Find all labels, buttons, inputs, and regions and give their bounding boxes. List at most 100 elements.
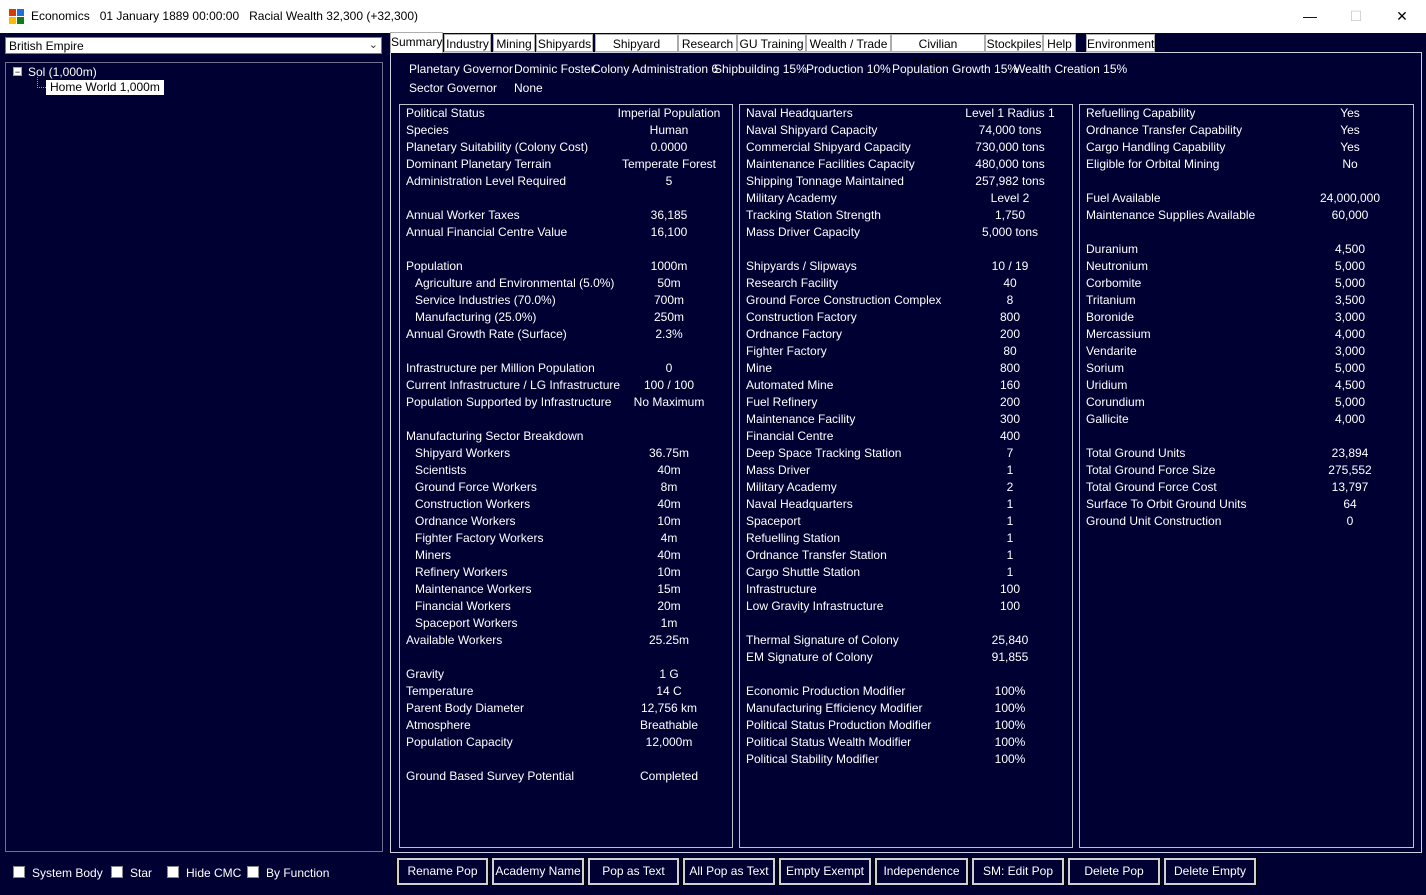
col1-row-label: Fighter Factory Workers xyxy=(415,531,544,545)
col2-row-label: Infrastructure xyxy=(746,582,817,596)
col1-row-label: Temperature xyxy=(406,684,474,698)
col1-row-value: 20m xyxy=(657,599,681,613)
delete-empty-button[interactable]: Delete Empty xyxy=(1163,857,1257,886)
col1-row-value: 12,756 km xyxy=(640,701,698,715)
col3-row-label: Cargo Handling Capability xyxy=(1086,140,1226,154)
col1-row-label: Ordnance Workers xyxy=(415,514,516,528)
checkbox-hide-cmc[interactable] xyxy=(167,866,179,878)
tab-gu-training[interactable]: GU Training xyxy=(737,34,806,52)
app-icon xyxy=(9,9,24,24)
col1-row-value: 8m xyxy=(660,480,678,494)
col3-row-value: 5,000 xyxy=(1334,361,1366,375)
checkbox-by-function[interactable] xyxy=(247,866,259,878)
governor-bonus: Shipbuilding 15% xyxy=(714,62,807,76)
tree-collapse-icon[interactable]: − xyxy=(13,67,22,77)
col3-row-label: Total Ground Force Cost xyxy=(1086,480,1217,494)
col2-row-value: 10 / 19 xyxy=(991,259,1029,273)
tree-node-body[interactable]: Home World 1,000m xyxy=(46,80,164,95)
checkbox-star[interactable] xyxy=(111,866,123,878)
col3-row-label: Mercassium xyxy=(1086,327,1151,341)
empire-dropdown[interactable]: British Empire ⌄ xyxy=(5,37,382,54)
sector-governor-label: Sector Governor xyxy=(409,81,498,95)
independence-button[interactable]: Independence xyxy=(874,857,969,886)
col3-row-label: Duranium xyxy=(1086,242,1139,256)
tree-connector xyxy=(37,77,46,88)
tab-wealth-trade[interactable]: Wealth / Trade xyxy=(806,34,891,52)
tab-industry[interactable]: Industry xyxy=(444,34,491,52)
col2-row-value: 2 xyxy=(1006,480,1014,494)
col2-row-value: 1 xyxy=(1006,514,1014,528)
sm-edit-pop-button[interactable]: SM: Edit Pop xyxy=(971,857,1065,886)
tab-mining[interactable]: Mining xyxy=(493,34,535,52)
col2-row-value: 8 xyxy=(1006,293,1014,307)
rename-pop-button[interactable]: Rename Pop xyxy=(396,857,489,886)
col2-row-label: Mass Driver Capacity xyxy=(746,225,861,239)
col2-row-label: Research Facility xyxy=(746,276,839,290)
pop-as-text-button[interactable]: Pop as Text xyxy=(587,857,680,886)
maximize-button[interactable]: ☐ xyxy=(1333,0,1379,33)
col3-row-label: Corbomite xyxy=(1086,276,1142,290)
minimize-button[interactable]: — xyxy=(1287,0,1333,33)
col2-row-label: Automated Mine xyxy=(746,378,834,392)
col3-row-value: 275,552 xyxy=(1328,463,1372,477)
col2-row-label: Commercial Shipyard Capacity xyxy=(746,140,911,154)
col2-row-value: 100% xyxy=(994,684,1026,698)
col3-row-value: 3,000 xyxy=(1334,344,1366,358)
col3-row-value: Yes xyxy=(1340,106,1360,120)
close-button[interactable]: ✕ xyxy=(1379,0,1425,33)
col1-row-value: 700m xyxy=(653,293,685,307)
tab-help[interactable]: Help xyxy=(1043,34,1076,52)
governor-bonus: Colony Administration 6 xyxy=(592,62,719,76)
col1-row-label: Ground Force Workers xyxy=(415,480,537,494)
col1-row-label: Annual Financial Centre Value xyxy=(406,225,568,239)
col2-row-value: 5,000 tons xyxy=(981,225,1039,239)
col2-row-label: Political Stability Modifier xyxy=(746,752,879,766)
col1-row-value: 4m xyxy=(660,531,678,545)
col3-row-value: Yes xyxy=(1340,123,1360,137)
col1-row-label: Population Capacity xyxy=(406,735,513,749)
col3-row-value: 13,797 xyxy=(1331,480,1369,494)
col1-row-label: Dominant Planetary Terrain xyxy=(406,157,552,171)
col1-row-label: Political Status xyxy=(406,106,485,120)
col1-row-label: Infrastructure per Million Population xyxy=(406,361,595,375)
tab-research[interactable]: Research xyxy=(678,34,737,52)
tab-summary[interactable]: Summary xyxy=(390,32,443,53)
col1-row-value: 1 G xyxy=(659,667,679,681)
tab-civilian-economy[interactable]: Civilian Economy xyxy=(891,34,985,69)
col2-row-label: Mine xyxy=(746,361,773,375)
tab-shipyard-tasks[interactable]: Shipyard Tasks xyxy=(595,34,678,69)
checkbox-label-star: Star xyxy=(130,866,153,880)
delete-pop-button[interactable]: Delete Pop xyxy=(1067,857,1161,886)
chevron-down-icon[interactable]: ⌄ xyxy=(369,38,378,51)
empty-exempt-button[interactable]: Empty Exempt xyxy=(778,857,872,886)
col3-row-value: 5,000 xyxy=(1334,395,1366,409)
col1-row-value: 40m xyxy=(657,463,681,477)
col1-row-value: 16,100 xyxy=(650,225,688,239)
col2-row-value: 200 xyxy=(999,395,1021,409)
col2-row-value: 800 xyxy=(999,361,1021,375)
checkbox-system-body[interactable] xyxy=(13,866,25,878)
academy-name-button[interactable]: Academy Name xyxy=(491,857,585,886)
col3-row-value: 64 xyxy=(1343,497,1357,511)
system-tree[interactable]: − Sol (1,000m) Home World 1,000m xyxy=(5,62,383,852)
tab-stockpiles[interactable]: Stockpiles xyxy=(985,34,1043,52)
col1-row-label: Current Infrastructure / LG Infrastructu… xyxy=(406,378,621,392)
col2-row-value: 160 xyxy=(999,378,1021,392)
col1-row-value: No Maximum xyxy=(633,395,705,409)
col1-row-value: 10m xyxy=(657,514,681,528)
tab-environment[interactable]: Environment xyxy=(1086,34,1155,52)
col2-row-label: Naval Shipyard Capacity xyxy=(746,123,878,137)
governor-bonus: Wealth Creation 15% xyxy=(1014,62,1128,76)
all-pop-as-text-button[interactable]: All Pop as Text xyxy=(682,857,776,886)
col1-row-label: Available Workers xyxy=(406,633,503,647)
col2-row-label: Shipyards / Slipways xyxy=(746,259,857,273)
col2-row-label: Shipping Tonnage Maintained xyxy=(746,174,904,188)
col2-row-label: Naval Headquarters xyxy=(746,106,853,120)
col2-row-value: Level 1 Radius 1 xyxy=(965,106,1055,120)
col2-row-label: Military Academy xyxy=(746,480,837,494)
col2-row-value: 730,000 tons xyxy=(975,140,1045,154)
tab-shipyards[interactable]: Shipyards xyxy=(536,34,593,52)
col2-row-label: Financial Centre xyxy=(746,429,834,443)
col1-row-label: Manufacturing (25.0%) xyxy=(415,310,537,324)
governor-bonus: Population Growth 15% xyxy=(892,62,1019,76)
